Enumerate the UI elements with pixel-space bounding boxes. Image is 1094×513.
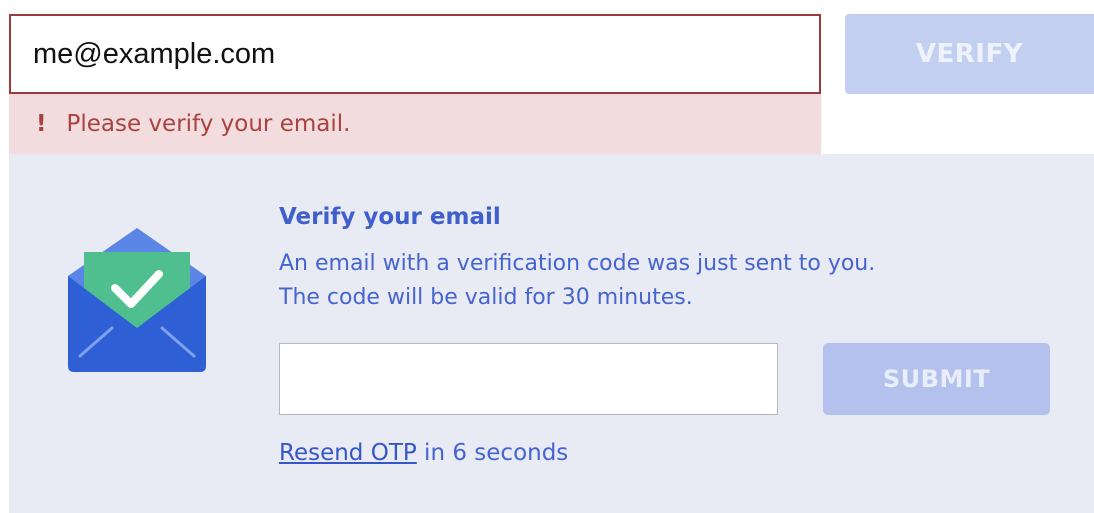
error-message-bar: ! Please verify your email. [9, 94, 821, 154]
error-message-text: Please verify your email. [66, 111, 351, 137]
email-verification-page: VERIFY ! Please verify your email. Verif… [0, 0, 1094, 513]
otp-code-input[interactable] [279, 343, 778, 415]
otp-panel: Verify your email An email with a verifi… [9, 154, 1094, 513]
email-input[interactable] [9, 14, 821, 94]
otp-message-line-2: The code will be valid for 30 minutes. [279, 285, 693, 310]
error-icon: ! [36, 111, 47, 137]
resend-countdown-text: in 6 seconds [416, 440, 569, 466]
submit-button[interactable]: SUBMIT [823, 343, 1050, 415]
otp-message-line-1: An email with a verification code was ju… [279, 251, 876, 276]
verify-button[interactable]: VERIFY [845, 14, 1094, 94]
resend-row: Resend OTP in 6 seconds [279, 440, 568, 466]
envelope-check-icon [68, 228, 206, 372]
resend-otp-link[interactable]: Resend OTP [279, 440, 417, 466]
otp-title: Verify your email [279, 204, 501, 230]
